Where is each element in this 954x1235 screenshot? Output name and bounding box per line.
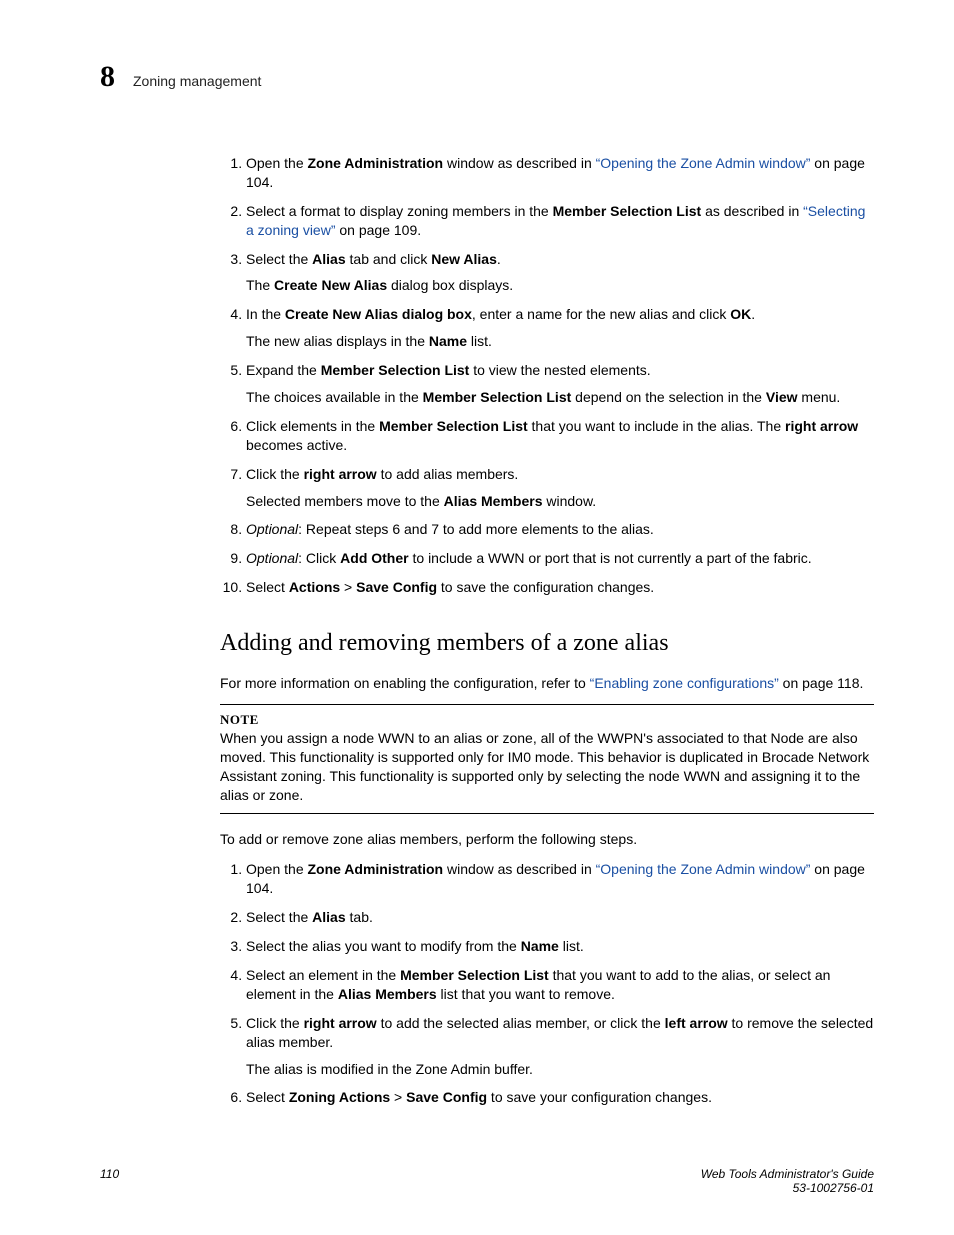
step-b3: Select the alias you want to modify from…	[246, 937, 874, 956]
chapter-number: 8	[100, 60, 115, 94]
step-b4: Select an element in the Member Selectio…	[246, 966, 874, 1004]
procedure-list-b: Open the Zone Administration window as d…	[220, 860, 874, 1107]
running-title: Zoning management	[133, 73, 261, 89]
step-5: Expand the Member Selection List to view…	[246, 361, 874, 407]
step-2: Select a format to display zoning member…	[246, 202, 874, 240]
step-b1: Open the Zone Administration window as d…	[246, 860, 874, 898]
step-6: Click elements in the Member Selection L…	[246, 417, 874, 455]
note-block: NOTE When you assign a node WWN to an al…	[220, 704, 874, 813]
step-8: Optional: Repeat steps 6 and 7 to add mo…	[246, 520, 874, 539]
xref-enabling-zone-configs[interactable]: “Enabling zone configurations”	[590, 675, 779, 691]
step-b5: Click the right arrow to add the selecte…	[246, 1014, 874, 1079]
note-body: When you assign a node WWN to an alias o…	[220, 729, 874, 805]
step-1: Open the Zone Administration window as d…	[246, 154, 874, 192]
step-7: Click the right arrow to add alias membe…	[246, 465, 874, 511]
page-number: 110	[100, 1167, 119, 1195]
section-heading: Adding and removing members of a zone al…	[220, 627, 874, 659]
page-footer: 110 Web Tools Administrator's Guide 53-1…	[100, 1167, 874, 1195]
step-9: Optional: Click Add Other to include a W…	[246, 549, 874, 568]
step-10: Select Actions > Save Config to save the…	[246, 578, 874, 597]
section-intro: For more information on enabling the con…	[220, 674, 874, 693]
procedure-lead: To add or remove zone alias members, per…	[220, 830, 874, 849]
running-header: 8 Zoning management	[100, 60, 874, 94]
procedure-list-a: Open the Zone Administration window as d…	[220, 154, 874, 597]
doc-id: 53-1002756-01	[701, 1181, 874, 1195]
main-content: Open the Zone Administration window as d…	[220, 154, 874, 1107]
xref-open-zone-admin[interactable]: “Opening the Zone Admin window”	[596, 155, 811, 171]
step-3: Select the Alias tab and click New Alias…	[246, 250, 874, 296]
note-label: NOTE	[220, 711, 874, 729]
step-4: In the Create New Alias dialog box, ente…	[246, 305, 874, 351]
xref-open-zone-admin-b[interactable]: “Opening the Zone Admin window”	[596, 861, 811, 877]
step-b2: Select the Alias tab.	[246, 908, 874, 927]
step-b6: Select Zoning Actions > Save Config to s…	[246, 1088, 874, 1107]
doc-title: Web Tools Administrator's Guide	[701, 1167, 874, 1181]
